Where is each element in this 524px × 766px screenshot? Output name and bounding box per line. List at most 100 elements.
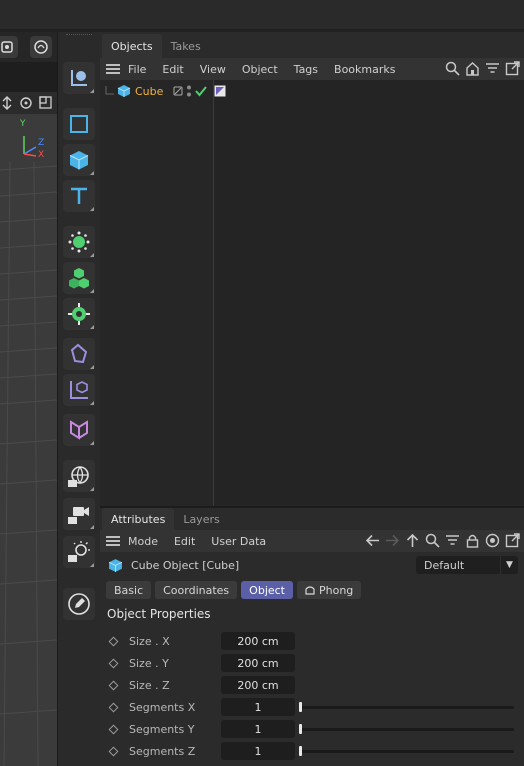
axis-gizmo: [23, 136, 37, 157]
new-window-icon[interactable]: [505, 61, 520, 76]
tree-connector-icon: [105, 86, 114, 95]
property-row-size-z: Size . Z 200 cm: [100, 674, 524, 696]
target-icon[interactable]: [485, 533, 500, 548]
rotate-view-icon[interactable]: [20, 97, 32, 109]
menu-user-data[interactable]: User Data: [211, 535, 266, 548]
segments-x-field[interactable]: 1: [221, 698, 295, 716]
keyframe-diamond-icon[interactable]: [108, 658, 119, 668]
render-settings-icon[interactable]: [0, 36, 18, 58]
menu-view[interactable]: View: [200, 63, 226, 76]
generator-icon[interactable]: [63, 226, 95, 258]
command-palette: [57, 32, 100, 766]
size-x-field[interactable]: 200 cm: [221, 632, 295, 650]
property-label: Segments X: [129, 700, 196, 714]
3d-viewport[interactable]: Y Z X: [0, 114, 57, 766]
tab-takes[interactable]: Takes: [162, 34, 210, 58]
property-row-size-y: Size . Y 200 cm: [100, 652, 524, 674]
back-arrow-icon[interactable]: [365, 533, 380, 548]
layer-icon[interactable]: [173, 86, 183, 96]
size-z-field[interactable]: 200 cm: [221, 676, 295, 694]
segments-z-field[interactable]: 1: [221, 742, 295, 760]
segments-z-slider[interactable]: [300, 749, 514, 753]
menu-edit[interactable]: Edit: [162, 63, 183, 76]
filter-icon[interactable]: [445, 533, 460, 548]
tab-layers[interactable]: Layers: [174, 508, 228, 530]
chevron-down-icon: ▼: [500, 556, 518, 574]
menu-file[interactable]: File: [128, 63, 146, 76]
coordinate-system-icon[interactable]: [63, 62, 95, 94]
attributes-tabs: Attributes Layers: [100, 508, 524, 530]
subtab-phong[interactable]: Phong: [297, 581, 362, 599]
tab-attributes[interactable]: Attributes: [102, 508, 175, 530]
top-toolbar-strip: [0, 0, 524, 32]
menu-tags[interactable]: Tags: [294, 63, 318, 76]
cube-icon: [117, 85, 131, 97]
axis-label-x: X: [38, 150, 45, 160]
null-object-icon[interactable]: [63, 374, 95, 406]
keyframe-diamond-icon[interactable]: [108, 636, 119, 646]
objects-manager: Objects Takes File Edit View Object Tags…: [100, 32, 524, 506]
menu-edit[interactable]: Edit: [174, 535, 195, 548]
forward-arrow-icon[interactable]: [385, 533, 400, 548]
preset-dropdown[interactable]: Default ▼: [416, 556, 518, 574]
object-name[interactable]: Cube: [135, 85, 163, 98]
object-list[interactable]: Cube: [100, 80, 524, 506]
field-icon[interactable]: [63, 414, 95, 446]
segments-y-field[interactable]: 1: [221, 720, 295, 738]
subtab-object[interactable]: Object: [241, 581, 293, 599]
keyframe-diamond-icon[interactable]: [108, 680, 119, 690]
spline-icon[interactable]: [63, 338, 95, 370]
box-select-icon[interactable]: [63, 108, 95, 140]
home-icon[interactable]: [465, 61, 480, 76]
new-window-icon[interactable]: [505, 533, 520, 548]
menu-object[interactable]: Object: [242, 63, 278, 76]
deformer-gear-icon[interactable]: [63, 298, 95, 330]
segments-y-slider[interactable]: [300, 727, 514, 731]
subtab-coordinates[interactable]: Coordinates: [155, 581, 238, 599]
phong-tag-icon[interactable]: [214, 85, 226, 97]
keyframe-diamond-icon[interactable]: [108, 746, 119, 756]
search-icon[interactable]: [425, 533, 440, 548]
up-arrow-icon[interactable]: [405, 533, 420, 548]
cube-primitive-icon[interactable]: [63, 144, 95, 176]
hamburger-menu-icon[interactable]: [106, 64, 120, 74]
axis-label-z: Z: [38, 138, 45, 148]
cloner-icon[interactable]: [63, 262, 95, 294]
property-row-segments-z: Segments Z 1: [100, 740, 524, 762]
sky-globe-icon[interactable]: [63, 460, 95, 492]
subtab-basic[interactable]: Basic: [106, 581, 152, 599]
hamburger-menu-icon[interactable]: [106, 536, 120, 546]
segments-z-slider-handle[interactable]: [299, 746, 302, 756]
palette-grip[interactable]: [66, 34, 92, 37]
menu-mode[interactable]: Mode: [128, 535, 158, 548]
segments-y-slider-handle[interactable]: [299, 724, 302, 734]
filter-icon[interactable]: [485, 61, 500, 76]
property-label: Size . Y: [129, 656, 169, 670]
size-y-field[interactable]: 200 cm: [221, 654, 295, 672]
text-icon[interactable]: [63, 180, 95, 212]
keyframe-diamond-icon[interactable]: [108, 702, 119, 712]
object-row-cube[interactable]: Cube: [100, 82, 524, 100]
keyframe-diamond-icon[interactable]: [108, 724, 119, 734]
object-title: Cube Object [Cube]: [131, 558, 240, 572]
section-title: Object Properties: [107, 607, 211, 621]
segments-x-slider[interactable]: [300, 705, 514, 709]
zoom-view-icon[interactable]: [39, 96, 52, 109]
property-row-size-x: Size . X 200 cm: [100, 630, 524, 652]
attributes-title-row: Cube Object [Cube] Default ▼: [100, 552, 524, 578]
segments-x-slider-handle[interactable]: [299, 702, 302, 712]
render-icon[interactable]: [30, 36, 52, 58]
tab-objects[interactable]: Objects: [102, 34, 162, 58]
camera-icon[interactable]: [63, 498, 95, 530]
edit-pen-icon[interactable]: [63, 588, 95, 620]
menu-bookmarks[interactable]: Bookmarks: [334, 63, 395, 76]
enabled-check-icon[interactable]: [195, 85, 208, 97]
visibility-dots-icon[interactable]: [186, 84, 192, 98]
property-label: Size . X: [129, 634, 170, 648]
preset-value: Default: [424, 558, 465, 572]
light-icon[interactable]: [63, 536, 95, 568]
cube-icon: [108, 558, 123, 572]
search-icon[interactable]: [445, 61, 460, 76]
lock-icon[interactable]: [465, 533, 480, 548]
move-view-icon[interactable]: [2, 96, 12, 110]
